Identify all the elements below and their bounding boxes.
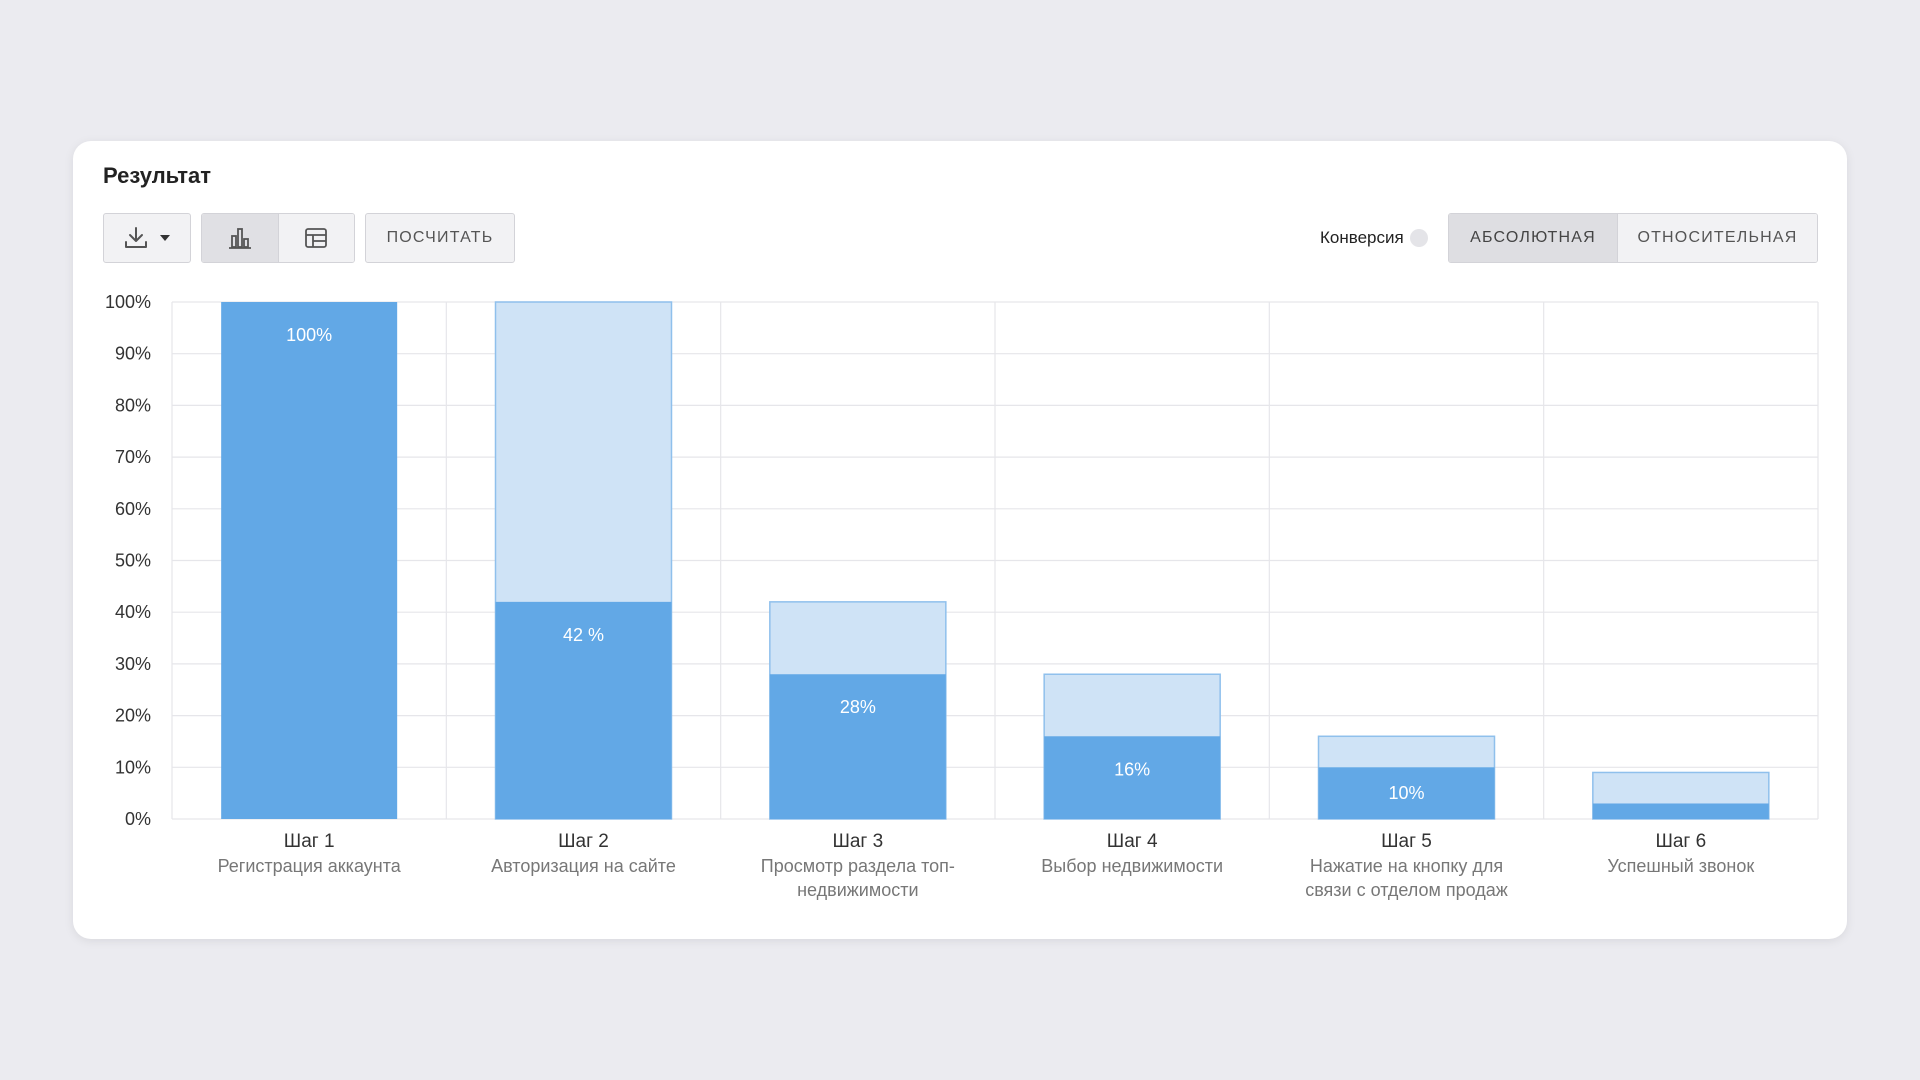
y-tick-label: 70% xyxy=(115,447,151,467)
category-step-label: Шаг 3 xyxy=(832,831,883,852)
result-card: Результат ПОСЧИТАТЬ Конверсия АБСОЛЮТНАЯ… xyxy=(73,141,1847,939)
y-tick-label: 10% xyxy=(115,757,151,777)
bar-data-label: 16% xyxy=(1114,759,1150,779)
category-name-label: Выбор недвижимости xyxy=(1041,856,1223,876)
bar-data-label: 10% xyxy=(1388,783,1424,803)
bar-conversion xyxy=(769,674,946,819)
category-name-label: Нажатие на кнопку для xyxy=(1310,856,1503,876)
category-step-label: Шаг 5 xyxy=(1381,831,1432,852)
bar-data-label: 42 % xyxy=(563,625,604,645)
y-tick-label: 20% xyxy=(115,706,151,726)
y-tick-label: 100% xyxy=(105,292,151,312)
y-tick-label: 50% xyxy=(115,551,151,571)
bar-data-label: 28% xyxy=(840,697,876,717)
bar-conversion xyxy=(1592,803,1769,819)
category-step-label: Шаг 6 xyxy=(1655,831,1706,852)
category-name-label: Успешный звонок xyxy=(1607,856,1754,876)
y-tick-label: 30% xyxy=(115,654,151,674)
y-tick-label: 60% xyxy=(115,499,151,519)
category-name-label: связи с отделом продаж xyxy=(1305,880,1508,900)
y-tick-label: 80% xyxy=(115,395,151,415)
category-name-label: Просмотр раздела топ- xyxy=(761,856,955,876)
bar-conversion xyxy=(221,302,398,819)
category-name-label: Регистрация аккаунта xyxy=(218,856,402,876)
funnel-chart: 0% 10% 20% 30% 40% 50% 60% 70% 80% 90% 100% 100% Шаг… xyxy=(105,292,1819,900)
category-step-label: Шаг 2 xyxy=(558,831,609,852)
category-name-label: недвижимости xyxy=(797,880,918,900)
bar-data-label: 100% xyxy=(286,325,332,345)
category-step-label: Шаг 1 xyxy=(284,831,335,852)
y-tick-label: 0% xyxy=(125,809,151,829)
category-name-label: Авторизация на сайте xyxy=(491,856,676,876)
y-tick-label: 90% xyxy=(115,344,151,364)
y-tick-label: 40% xyxy=(115,602,151,622)
category-step-label: Шаг 4 xyxy=(1107,831,1158,852)
